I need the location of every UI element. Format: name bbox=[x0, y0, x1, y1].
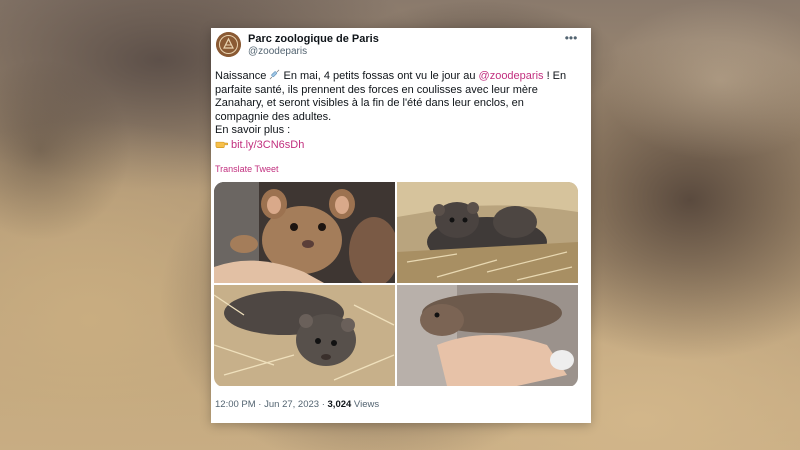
tweet-text-mid: En mai, 4 petits fossas ont vu le jour a… bbox=[280, 70, 479, 82]
views-count: 3,024 bbox=[327, 399, 352, 410]
fossa-cub-lying-photo bbox=[214, 285, 395, 386]
tweet-metadata: 12:00 PM · Jun 27, 2023 · 3,024 Views bbox=[215, 399, 379, 410]
zoo-logo-icon bbox=[216, 32, 241, 57]
mention-link[interactable]: @zoodeparis bbox=[479, 70, 544, 82]
more-button[interactable]: ••• bbox=[563, 31, 579, 45]
photo-2[interactable] bbox=[397, 182, 578, 283]
tweet-text-prefix: Naissance bbox=[215, 70, 270, 82]
fossa-cub-photo bbox=[214, 182, 395, 283]
photo-1[interactable] bbox=[214, 182, 395, 283]
pointing-hand-icon bbox=[215, 141, 228, 148]
more-horizontal-icon: ••• bbox=[564, 31, 578, 45]
views-label: Views bbox=[351, 399, 380, 410]
translate-tweet-link[interactable]: Translate Tweet bbox=[215, 164, 279, 174]
photo-4[interactable] bbox=[397, 285, 578, 386]
handle[interactable]: @zoodeparis bbox=[248, 46, 307, 57]
separator: · bbox=[319, 399, 328, 410]
fossa-cub-in-hand-photo bbox=[397, 285, 578, 386]
tweet-card: Parc zoologique de Paris @zoodeparis •••… bbox=[211, 28, 591, 423]
display-name[interactable]: Parc zoologique de Paris bbox=[248, 33, 379, 45]
fossa-cubs-straw-photo bbox=[397, 182, 578, 283]
tweet-text: Naissance En mai, 4 petits fossas ont vu… bbox=[215, 69, 575, 152]
photo-3[interactable] bbox=[214, 285, 395, 386]
syringe-icon bbox=[270, 69, 280, 80]
separator: · bbox=[255, 399, 265, 410]
media-grid bbox=[214, 182, 578, 387]
more-info-label: En savoir plus : bbox=[215, 124, 291, 136]
avatar[interactable] bbox=[216, 32, 241, 57]
external-link[interactable]: bit.ly/3CN6sDh bbox=[231, 139, 304, 151]
tweet-date[interactable]: Jun 27, 2023 bbox=[264, 399, 319, 410]
tweet-time[interactable]: 12:00 PM bbox=[215, 399, 256, 410]
